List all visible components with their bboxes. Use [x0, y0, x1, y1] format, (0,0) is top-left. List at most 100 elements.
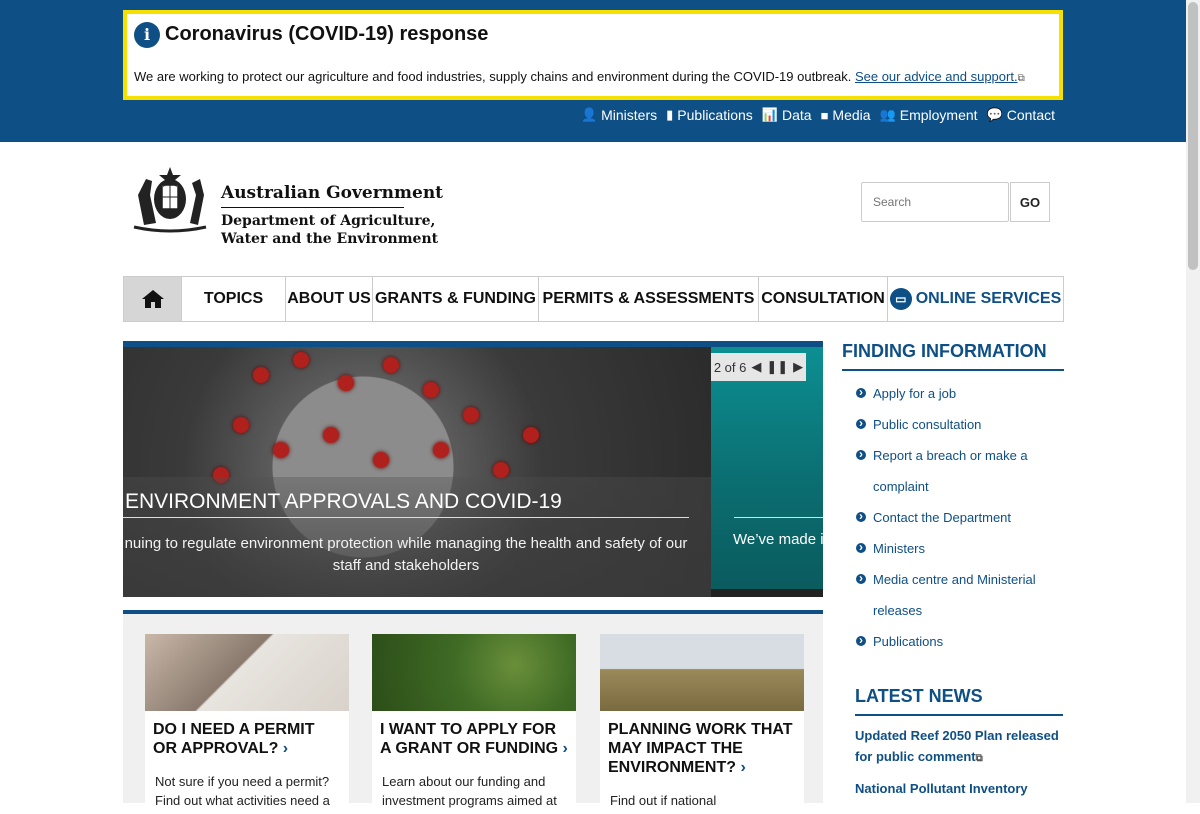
pause-icon[interactable]: ❚❚	[766, 359, 788, 375]
utility-link-ministers[interactable]: 👤 Ministers	[581, 107, 657, 123]
top-band: i Coronavirus (COVID-19) response We are…	[0, 0, 1186, 142]
finding-information: FINDING INFORMATION Apply for a job Publ…	[842, 341, 1064, 657]
virus-spike	[373, 452, 389, 468]
card-text: Find out if national	[610, 793, 717, 808]
virus-spike	[233, 417, 249, 433]
virus-spike	[493, 462, 509, 478]
news-item-title: Updated Reef 2050 Plan released for publ…	[855, 728, 1059, 764]
external-link-icon: ⧉	[975, 753, 983, 764]
next-slide-icon[interactable]: ▶	[793, 359, 803, 375]
logo-line-department: Department of Agriculture, Water and the…	[221, 212, 438, 248]
slide-description: nuing to regulate environment protection…	[124, 535, 688, 574]
covid-banner-title: Coronavirus (COVID-19) response	[165, 23, 489, 45]
slide-title: ENVIRONMENT APPROVALS AND COVID-19	[125, 490, 562, 513]
video-camera-icon: ■	[820, 107, 829, 123]
australian-government-logo[interactable]: Australian Government Department of Agri…	[124, 165, 443, 250]
nav-permits-assessments[interactable]: PERMITS & ASSESSMENTS	[539, 277, 759, 321]
card-image-signing	[145, 634, 349, 711]
card-text: Not sure if you need a permit? Find out …	[155, 774, 330, 808]
covid-advice-link[interactable]: See our advice and support.	[855, 69, 1018, 84]
coat-of-arms-icon	[133, 167, 207, 233]
search-go-button[interactable]: GO	[1010, 182, 1050, 222]
utility-label: Data	[781, 107, 812, 123]
card-grant[interactable]: I WANT TO APPLY FOR A GRANT OR FUNDING ›…	[372, 634, 576, 814]
link-ministers[interactable]: Ministers	[842, 532, 1064, 564]
card-title: DO I NEED A PERMIT OR APPROVAL? ›	[145, 711, 349, 758]
card-title: I WANT TO APPLY FOR A GRANT OR FUNDING ›	[372, 711, 576, 758]
laptop-icon: ▭	[889, 288, 912, 310]
card-text: Learn about our funding and investment p…	[382, 774, 557, 808]
virus-spike	[338, 375, 354, 391]
utility-label: Publications	[677, 107, 753, 123]
card-image-excavator	[600, 634, 804, 711]
chevron-right-icon: ›	[740, 759, 746, 776]
utility-link-employment[interactable]: 👥 Employment	[880, 107, 978, 123]
slide-divider	[734, 517, 823, 518]
card-title-text: I WANT TO APPLY FOR A GRANT OR FUNDING	[380, 721, 559, 757]
news-item[interactable]: National Pollutant Inventory	[855, 778, 1063, 799]
quick-links-cards: DO I NEED A PERMIT OR APPROVAL? › Not su…	[123, 610, 823, 814]
external-link-icon: ⧉	[1017, 73, 1025, 84]
nav-topics[interactable]: TOPICS	[182, 277, 286, 321]
latest-news: LATEST NEWS Updated Reef 2050 Plan relea…	[855, 686, 1063, 799]
utility-link-contact[interactable]: 💬 Contact	[987, 107, 1055, 123]
utility-label: Employment	[899, 107, 978, 123]
speech-bubble-icon: 💬	[986, 107, 1003, 122]
link-report-breach[interactable]: Report a breach or make a complaint	[842, 439, 1064, 502]
nav-grants-funding[interactable]: GRANTS & FUNDING	[373, 277, 539, 321]
card-image-ferns	[372, 634, 576, 711]
virus-spike	[253, 367, 269, 383]
nav-about-us[interactable]: ABOUT US	[286, 277, 373, 321]
logo-department-line-1: Department of Agriculture,	[221, 213, 436, 229]
virus-spike	[423, 382, 439, 398]
card-planning[interactable]: PLANNING WORK THAT MAY IMPACT THE ENVIRO…	[600, 634, 804, 814]
virus-spike	[383, 357, 399, 373]
latest-news-heading: LATEST NEWS	[855, 686, 1063, 716]
utility-link-media[interactable]: ■ Media	[821, 107, 871, 123]
previous-slide-icon[interactable]: ◀	[751, 359, 761, 375]
virus-spike	[463, 407, 479, 423]
link-public-consultation[interactable]: Public consultation	[842, 408, 1064, 440]
nav-online-services[interactable]: ▭ ONLINE SERVICES	[888, 277, 1063, 321]
nav-home[interactable]	[124, 277, 182, 321]
search-input[interactable]	[861, 182, 1009, 222]
utility-label: Media	[832, 107, 871, 123]
users-icon: 👥	[879, 107, 896, 122]
link-contact-department[interactable]: Contact the Department	[842, 501, 1064, 533]
hero-slider: ENVIRONMENT APPROVALS AND COVID-19 nuing…	[123, 341, 823, 597]
utility-label: Ministers	[601, 107, 658, 123]
virus-spike	[273, 442, 289, 458]
card-permit[interactable]: DO I NEED A PERMIT OR APPROVAL? › Not su…	[145, 634, 349, 814]
nav-consultation[interactable]: CONSULTATION	[759, 277, 888, 321]
info-icon: i	[134, 22, 160, 48]
logo-line-government: Australian Government	[221, 183, 444, 203]
covid-banner-body: We are working to protect our agricultur…	[134, 69, 1025, 84]
page-scrollbar[interactable]	[1186, 0, 1200, 803]
next-slide-text: We’ve made i	[733, 531, 823, 548]
news-item[interactable]: Updated Reef 2050 Plan released for publ…	[855, 725, 1063, 769]
scrollbar-thumb[interactable]	[1188, 2, 1198, 270]
virus-spike	[323, 427, 339, 443]
link-apply-for-job[interactable]: Apply for a job	[842, 377, 1064, 409]
logo-divider	[221, 207, 404, 208]
utility-label: Contact	[1006, 107, 1055, 123]
card-title-text: PLANNING WORK THAT MAY IMPACT THE ENVIRO…	[608, 721, 793, 776]
utility-nav: 👤 Ministers ▮ Publications 📊 Data ■ Media 👥 E…	[581, 107, 1055, 123]
slide-bottom-bar	[711, 589, 823, 597]
slide-divider	[123, 517, 689, 518]
virus-spike	[433, 442, 449, 458]
slide-environment-approvals[interactable]: ENVIRONMENT APPROVALS AND COVID-19 nuing…	[123, 347, 711, 597]
user-icon: 👤	[580, 107, 598, 122]
card-title-text: DO I NEED A PERMIT OR APPROVAL?	[153, 721, 315, 757]
link-publications[interactable]: Publications	[842, 625, 1064, 657]
utility-link-data[interactable]: 📊 Data	[762, 107, 812, 123]
card-title: PLANNING WORK THAT MAY IMPACT THE ENVIRO…	[600, 711, 804, 777]
nav-online-services-label: ONLINE SERVICES	[915, 290, 1062, 307]
chevron-right-icon: ›	[282, 740, 289, 757]
book-icon: ▮	[666, 107, 674, 122]
finding-information-list: Apply for a job Public consultation Repo…	[842, 371, 1064, 657]
utility-link-publications[interactable]: ▮ Publications	[666, 107, 753, 123]
bar-chart-icon: 📊	[761, 107, 778, 122]
link-media-centre[interactable]: Media centre and Ministerial releases	[842, 563, 1064, 626]
slide-next[interactable]: We’ve made i	[711, 347, 823, 597]
